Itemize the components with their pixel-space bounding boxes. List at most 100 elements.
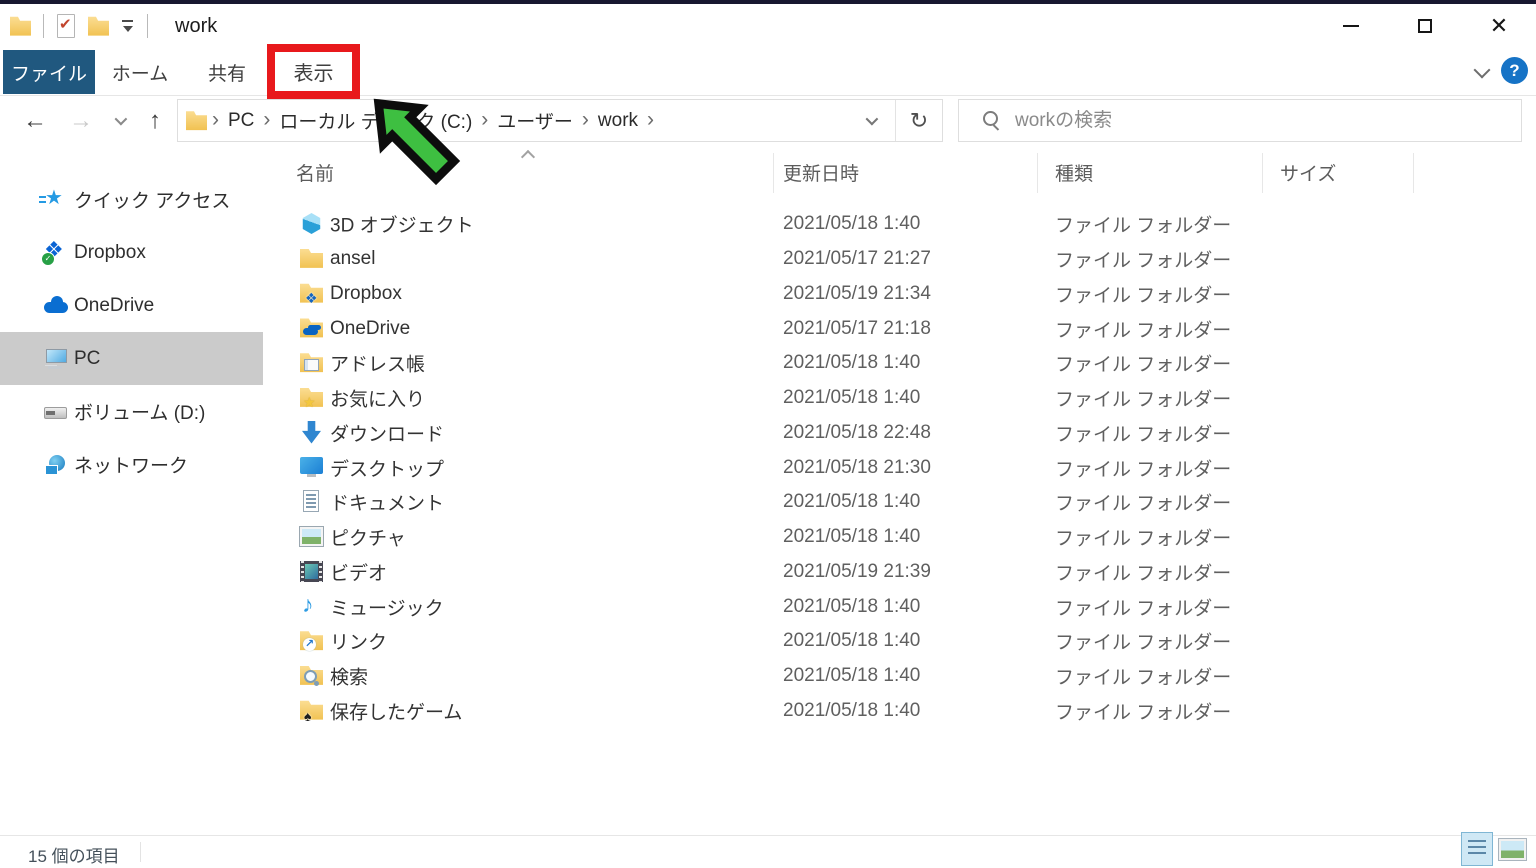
file-type: ファイル フォルダー [1055, 593, 1231, 620]
breadcrumb-chevron-icon: › [642, 108, 659, 132]
file-date-modified: 2021/05/18 1:40 [783, 491, 920, 513]
recent-locations-chevron-icon[interactable] [106, 96, 132, 145]
qat-dropdown-icon[interactable] [121, 18, 135, 34]
minimize-button[interactable] [1314, 4, 1388, 48]
column-divider[interactable] [1413, 153, 1414, 193]
minimize-icon [1343, 25, 1359, 27]
column-divider[interactable] [773, 153, 774, 193]
file-type: ファイル フォルダー [1055, 489, 1231, 516]
ribbon-tab-bar: ファイル ホーム 共有 ? [0, 48, 1536, 96]
file-row[interactable]: お気に入り 2021/05/18 1:40 ファイル フォルダー [263, 381, 1536, 416]
file-row[interactable]: 検索 2021/05/18 1:40 ファイル フォルダー [263, 659, 1536, 694]
tab-file[interactable]: ファイル [3, 50, 95, 94]
file-row[interactable]: ビデオ 2021/05/19 21:39 ファイル フォルダー [263, 555, 1536, 590]
drive-icon [44, 400, 67, 423]
column-header-name[interactable]: 名前 [296, 159, 334, 186]
file-type: ファイル フォルダー [1055, 558, 1231, 585]
divider [147, 14, 148, 38]
file-row[interactable]: Dropbox 2021/05/19 21:34 ファイル フォルダー [263, 277, 1536, 312]
quick-access-toolbar [10, 4, 148, 48]
new-folder-icon[interactable] [88, 15, 109, 38]
column-divider[interactable] [1262, 153, 1263, 193]
file-row[interactable]: OneDrive 2021/05/17 21:18 ファイル フォルダー [263, 311, 1536, 346]
back-button[interactable]: ← [18, 96, 52, 145]
file-type: ファイル フォルダー [1055, 280, 1231, 307]
sidebar-item[interactable]: ネットワーク [0, 438, 263, 491]
sidebar-item-label: PC [74, 348, 100, 370]
file-row[interactable]: 保存したゲーム 2021/05/18 1:40 ファイル フォルダー [263, 694, 1536, 729]
up-button[interactable]: ↑ [140, 96, 170, 145]
tab-share[interactable]: 共有 [192, 50, 262, 94]
dropbox-icon [44, 241, 67, 264]
sidebar-item[interactable]: クイック アクセス [0, 173, 263, 226]
file-name: ミュージック [330, 593, 444, 620]
file-name: 3D オブジェクト [330, 211, 474, 238]
refresh-icon[interactable]: ↻ [896, 100, 942, 141]
file-type: ファイル フォルダー [1055, 350, 1231, 377]
dropbox-folder-icon [300, 282, 323, 305]
close-button[interactable]: ✕ [1462, 4, 1536, 48]
divider [140, 842, 141, 862]
file-date-modified: 2021/05/18 1:40 [783, 526, 920, 548]
search-box[interactable] [958, 99, 1522, 142]
file-row[interactable]: 3D オブジェクト 2021/05/18 1:40 ファイル フォルダー [263, 207, 1536, 242]
annotation-arrow [369, 94, 465, 190]
column-header-date[interactable]: 更新日時 [783, 159, 859, 186]
file-date-modified: 2021/05/18 1:40 [783, 352, 920, 374]
file-row[interactable]: デスクトップ 2021/05/18 21:30 ファイル フォルダー [263, 450, 1536, 485]
file-type: ファイル フォルダー [1055, 385, 1231, 412]
close-icon: ✕ [1490, 15, 1508, 37]
column-header-type[interactable]: 種類 [1055, 159, 1093, 186]
file-name: デスクトップ [330, 454, 444, 481]
file-type: ファイル フォルダー [1055, 246, 1231, 273]
title-bar: work ✕ [0, 4, 1536, 48]
address-book-folder-icon [300, 351, 323, 374]
quick-access-icon [44, 188, 67, 211]
file-date-modified: 2021/05/17 21:18 [783, 318, 931, 340]
file-name: アドレス帳 [330, 350, 425, 377]
divider [43, 14, 44, 38]
file-row[interactable]: ピクチャ 2021/05/18 1:40 ファイル フォルダー [263, 520, 1536, 555]
file-type: ファイル フォルダー [1055, 454, 1231, 481]
forward-button[interactable]: → [64, 96, 98, 145]
help-button[interactable]: ? [1501, 57, 1528, 84]
file-type: ファイル フォルダー [1055, 211, 1231, 238]
tab-view[interactable]: 表示 [294, 57, 334, 86]
column-divider[interactable] [1037, 153, 1038, 193]
window-title: work [175, 4, 217, 48]
column-header-size[interactable]: サイズ [1280, 159, 1336, 186]
file-name: OneDrive [330, 318, 410, 340]
file-row[interactable]: リンク 2021/05/18 1:40 ファイル フォルダー [263, 624, 1536, 659]
sidebar-item[interactable]: ボリューム (D:) [0, 385, 263, 438]
file-date-modified: 2021/05/19 21:39 [783, 561, 931, 583]
breadcrumb-item[interactable]: PC [224, 110, 258, 132]
search-input[interactable] [1015, 110, 1521, 132]
breadcrumb-chevron-icon: › [577, 108, 594, 132]
file-row[interactable]: ドキュメント 2021/05/18 1:40 ファイル フォルダー [263, 485, 1536, 520]
status-bar: 15 個の項目 [0, 835, 1536, 868]
collapse-ribbon-chevron-icon[interactable] [1474, 62, 1491, 79]
file-row[interactable]: ミュージック 2021/05/18 1:40 ファイル フォルダー [263, 589, 1536, 624]
maximize-button[interactable] [1388, 4, 1462, 48]
sidebar-item[interactable]: PC [0, 332, 263, 385]
breadcrumb-item[interactable]: work [594, 110, 642, 132]
file-name: ansel [330, 248, 375, 270]
tab-home[interactable]: ホーム [105, 50, 175, 94]
file-pane: 名前 更新日時 種類 サイズ 3D オブジェクト 2021/05/18 1:40… [263, 145, 1536, 835]
sidebar-item[interactable]: OneDrive [0, 279, 263, 332]
sidebar-item[interactable]: Dropbox [0, 226, 263, 279]
sidebar-item-label: Dropbox [74, 242, 146, 264]
properties-icon[interactable] [56, 14, 76, 38]
file-row[interactable]: ansel 2021/05/17 21:27 ファイル フォルダー [263, 242, 1536, 277]
file-name: Dropbox [330, 283, 402, 305]
file-row[interactable]: アドレス帳 2021/05/18 1:40 ファイル フォルダー [263, 346, 1536, 381]
file-name: 保存したゲーム [330, 697, 462, 724]
search-folder-icon [300, 664, 323, 687]
address-dropdown-chevron-icon[interactable] [845, 100, 895, 141]
breadcrumb-item[interactable]: ユーザー [493, 107, 577, 134]
file-date-modified: 2021/05/18 1:40 [783, 630, 920, 652]
details-view-button[interactable] [1461, 832, 1493, 866]
large-icons-view-button[interactable] [1499, 839, 1526, 860]
file-row[interactable]: ダウンロード 2021/05/18 22:48 ファイル フォルダー [263, 416, 1536, 451]
address-bar[interactable]: › PC › ローカル ディスク (C:) › ユーザー › work › ↻ [177, 99, 943, 142]
